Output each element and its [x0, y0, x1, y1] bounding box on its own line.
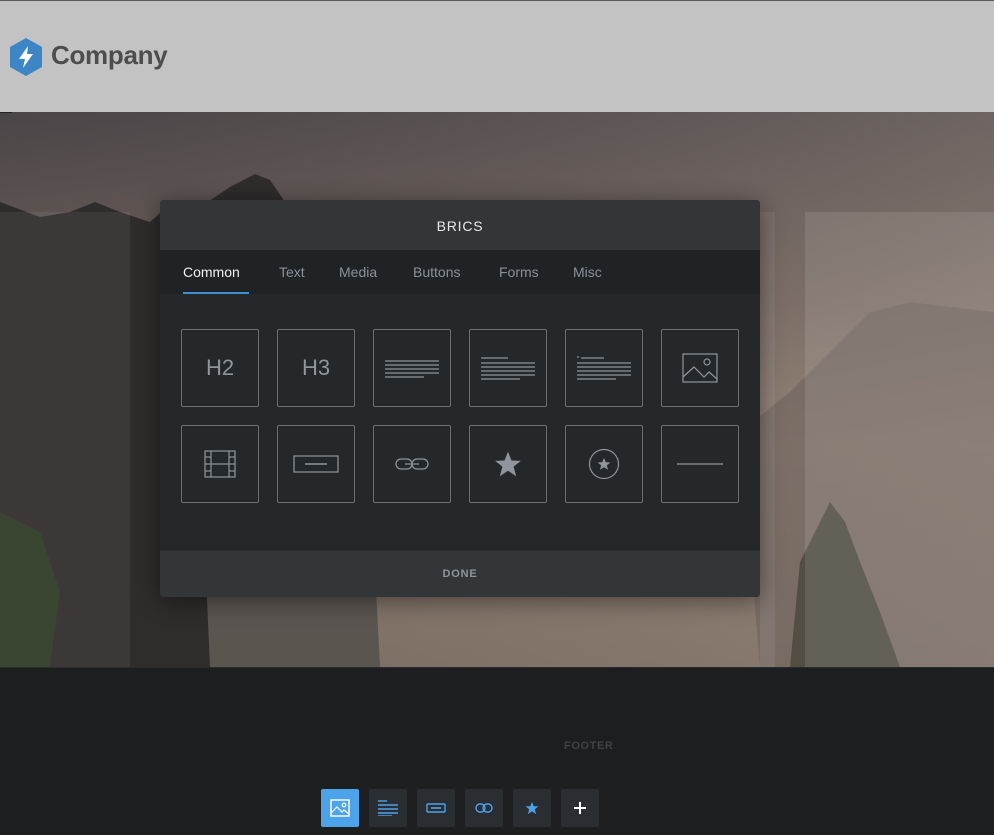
- toolbar-add-button[interactable]: [561, 789, 599, 827]
- brick-divider[interactable]: [661, 425, 739, 503]
- brick-icon[interactable]: [469, 425, 547, 503]
- footer-label: FOOTER: [564, 740, 614, 752]
- paragraph-icon: [385, 360, 439, 378]
- toolbar-button-button[interactable]: [417, 789, 455, 827]
- toolbar-star-button[interactable]: [513, 789, 551, 827]
- brick-h3[interactable]: H3: [277, 329, 355, 407]
- star-icon: [525, 801, 539, 815]
- brics-modal: BRICS Common Text Media Buttons Forms Mi…: [160, 200, 760, 597]
- done-label: DONE: [442, 568, 478, 580]
- image-icon: [682, 353, 718, 383]
- tab-misc[interactable]: Misc: [573, 264, 602, 280]
- link-icon: [475, 803, 493, 813]
- heading-paragraph-alt-icon: [577, 356, 631, 380]
- brick-h2[interactable]: H2: [181, 329, 259, 407]
- h3-icon: H3: [301, 355, 331, 380]
- hero-corner-line: [0, 112, 12, 113]
- video-icon: [204, 450, 236, 478]
- plus-icon: [574, 802, 586, 814]
- tab-common[interactable]: Common: [183, 264, 240, 280]
- modal-title-bar: BRICS: [160, 200, 760, 251]
- brick-icon-circle[interactable]: [565, 425, 643, 503]
- image-icon: [330, 799, 350, 817]
- star-icon: [495, 451, 521, 477]
- brick-link[interactable]: [373, 425, 451, 503]
- modal-title: BRICS: [436, 218, 484, 234]
- active-tab-indicator: [183, 292, 249, 294]
- logo-icon[interactable]: [8, 37, 44, 77]
- done-button[interactable]: DONE: [160, 550, 760, 597]
- site-header: Company: [0, 0, 994, 112]
- tab-media[interactable]: Media: [339, 264, 377, 280]
- text-icon: [378, 800, 398, 816]
- tab-text[interactable]: Text: [279, 264, 305, 280]
- link-icon: [395, 458, 429, 470]
- brick-video[interactable]: [181, 425, 259, 503]
- tab-bar: Common Text Media Buttons Forms Misc: [160, 251, 760, 294]
- brick-button[interactable]: [277, 425, 355, 503]
- toolbar-text-button[interactable]: [369, 789, 407, 827]
- button-icon: [426, 803, 446, 813]
- brick-paragraph[interactable]: [373, 329, 451, 407]
- company-name[interactable]: Company: [51, 40, 168, 71]
- tab-buttons[interactable]: Buttons: [413, 264, 460, 280]
- brick-image[interactable]: [661, 329, 739, 407]
- brick-heading-paragraph[interactable]: [469, 329, 547, 407]
- divider-icon: [677, 463, 723, 465]
- h2-icon: H2: [205, 355, 235, 380]
- star-circle-icon: [588, 448, 620, 480]
- heading-paragraph-icon: [481, 357, 535, 380]
- brick-heading-paragraph-alt[interactable]: [565, 329, 643, 407]
- tab-forms[interactable]: Forms: [499, 264, 539, 280]
- toolbar-image-button[interactable]: [321, 789, 359, 827]
- toolbar-link-button[interactable]: [465, 789, 503, 827]
- button-icon: [293, 455, 339, 473]
